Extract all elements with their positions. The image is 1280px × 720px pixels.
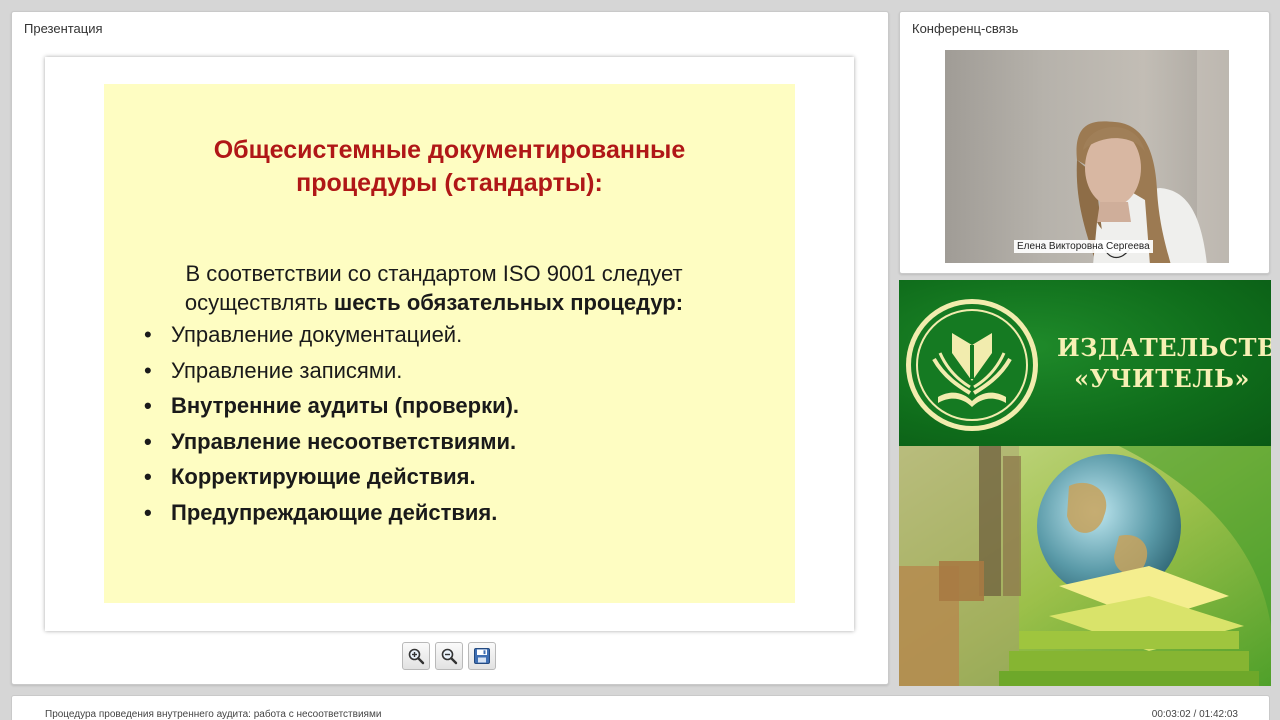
- slide-bullet: Внутренние аудиты (проверки).: [144, 391, 519, 427]
- slide-toolbar: [402, 642, 496, 670]
- zoom-in-button[interactable]: [402, 642, 430, 670]
- slide-bullet: Предупреждающие действия.: [144, 498, 519, 534]
- zoom-in-icon: [408, 648, 425, 665]
- slide-intro-plain: осуществлять: [184, 290, 334, 315]
- time-separator: /: [1190, 709, 1200, 720]
- zoom-out-icon: [441, 648, 458, 665]
- save-icon: [474, 648, 490, 664]
- slide-title-line-2: процедуры (стандарты):: [296, 169, 603, 197]
- slide-bullet-list: Управление документацией. Управление зап…: [144, 320, 519, 533]
- banner-brand-area: ИЗДАТЕЛЬСТВО «УЧИТЕЛЬ»: [899, 280, 1271, 446]
- slide-title-line-1: Общесистемные документированные: [213, 136, 686, 164]
- publisher-name: ИЗДАТЕЛЬСТВО «УЧИТЕЛЬ»: [1057, 332, 1271, 394]
- lesson-title: Процедура проведения внутреннего аудита:…: [45, 709, 382, 720]
- save-button[interactable]: [468, 642, 496, 670]
- publisher-banner: ИЗДАТЕЛЬСТВО «УЧИТЕЛЬ»: [899, 280, 1271, 686]
- publisher-name-line-1: ИЗДАТЕЛЬСТВО: [1057, 333, 1271, 362]
- slide-bullet: Управление записями.: [144, 356, 519, 392]
- slide-title: Общесистемные документированные процедур…: [104, 134, 795, 200]
- total-time: 01:42:03: [1199, 709, 1238, 720]
- presentation-panel: Презентация Общесистемные документирован…: [11, 11, 889, 685]
- conference-panel-title: Конференц-связь: [912, 21, 1019, 36]
- publisher-logo: [906, 299, 1038, 431]
- elapsed-time: 00:03:02: [1151, 709, 1191, 720]
- slide-intro-bold: шесть обязательных процедур:: [333, 290, 684, 315]
- slide-intro-line-2: осуществлять шесть обязательных процедур…: [124, 288, 744, 317]
- publisher-name-line-2: «УЧИТЕЛЬ»: [1074, 364, 1250, 393]
- books-globe-image: [899, 446, 1271, 686]
- conference-panel: Конференц-связь Елена Викторовна Сергеев…: [899, 11, 1270, 274]
- speaker-name-label: Елена Викторовна Сергеева: [1014, 240, 1153, 253]
- slide-intro-line-1: В соответствии со стандартом ISO 9001 сл…: [185, 261, 683, 286]
- slide-bullet: Управление документацией.: [144, 320, 519, 356]
- speaker-figure: [1076, 50, 1229, 263]
- webcam-video: Елена Викторовна Сергеева: [945, 50, 1229, 263]
- slide: Общесистемные документированные процедур…: [104, 84, 795, 603]
- slide-bullet: Управление несоответствиями.: [144, 427, 519, 463]
- slide-bullet: Корректирующие действия.: [144, 462, 519, 498]
- slide-frame: Общесистемные документированные процедур…: [45, 57, 854, 631]
- zoom-out-button[interactable]: [435, 642, 463, 670]
- presentation-panel-title: Презентация: [24, 21, 103, 36]
- status-bar: Процедура проведения внутреннего аудита:…: [11, 695, 1270, 720]
- slide-intro: В соответствии со стандартом ISO 9001 сл…: [124, 259, 744, 317]
- playback-timer: 00:03:02 / 01:42:03: [1152, 709, 1238, 720]
